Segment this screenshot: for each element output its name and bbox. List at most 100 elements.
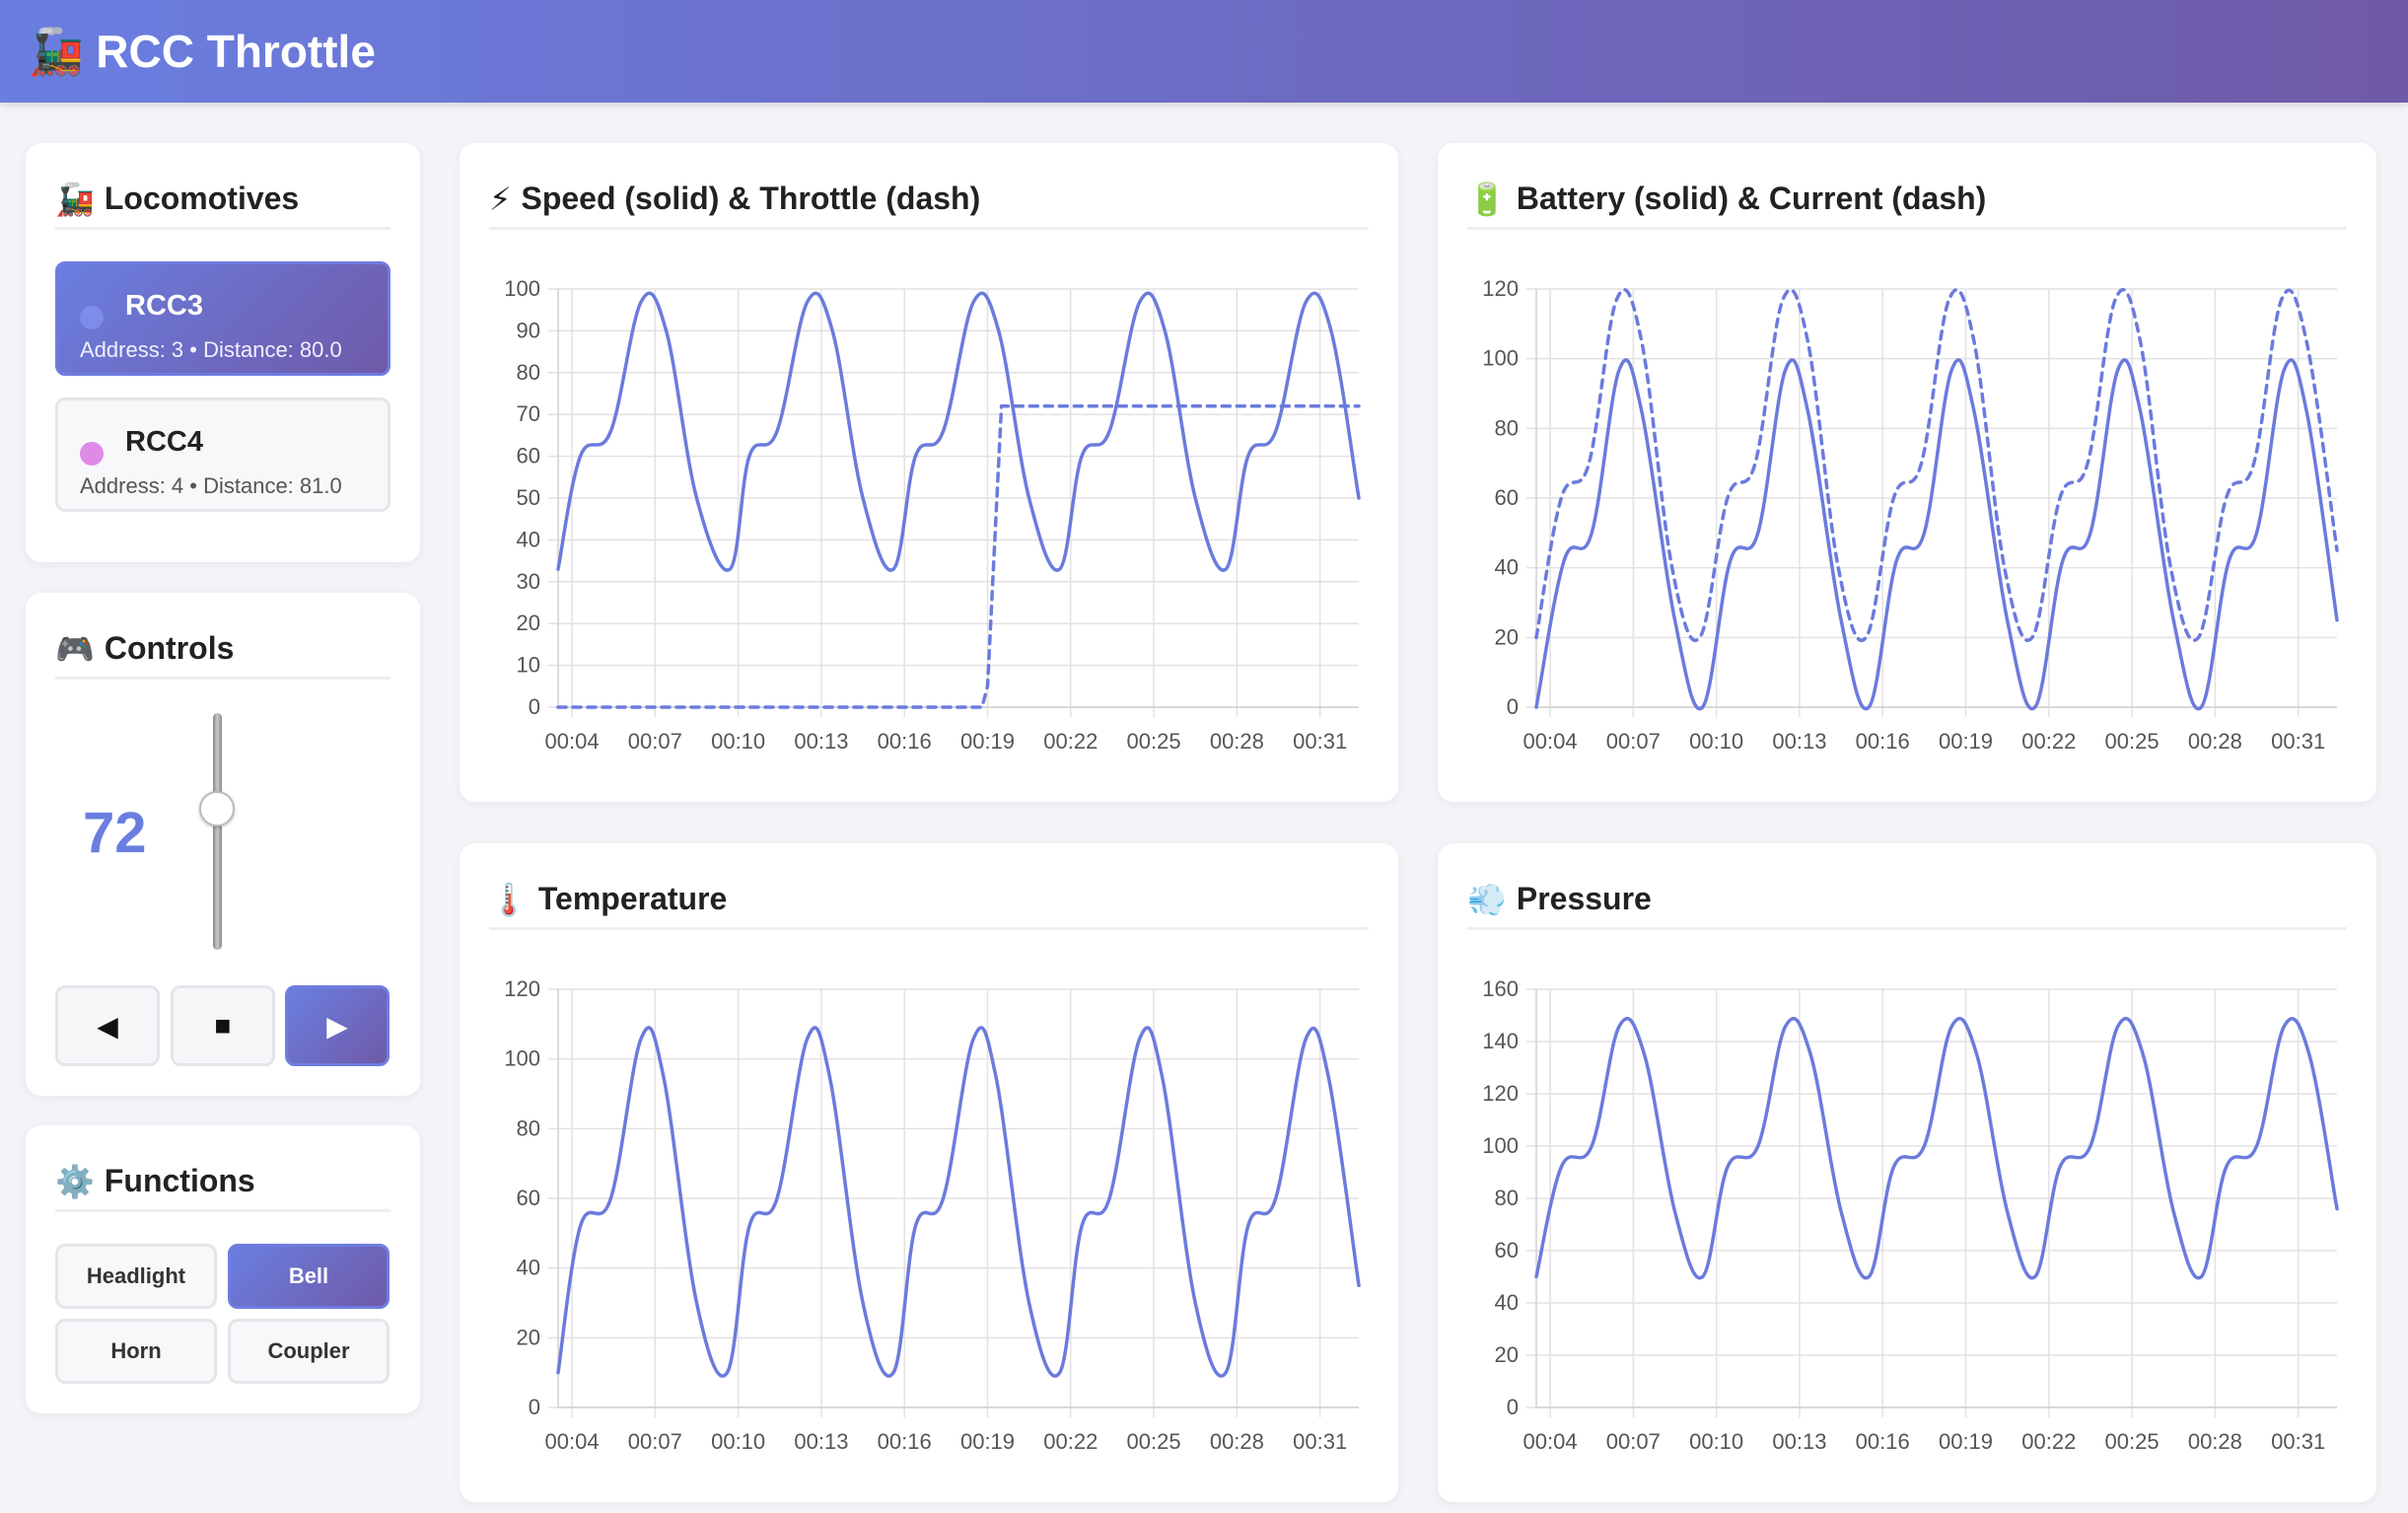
x-tick-label: 00:16: [1856, 1429, 1910, 1454]
y-tick-label: 0: [529, 1395, 540, 1419]
loco-info: Address: 4 • Distance: 81.0: [80, 473, 342, 498]
y-tick-label: 40: [517, 527, 540, 551]
battery-chart-card: 🔋 Battery (solid) & Current (dash) 0 20 40…: [1438, 143, 2376, 802]
x-tick-label: 00:07: [1606, 729, 1661, 754]
series-line-dashed: [556, 403, 1361, 709]
y-tick-label: 60: [1495, 485, 1519, 510]
x-tick-label: 00:07: [628, 729, 682, 754]
forward-button[interactable]: ▶: [285, 985, 390, 1066]
stop-button[interactable]: ■: [171, 985, 275, 1066]
x-tick-label: 00:10: [1689, 1429, 1743, 1454]
x-tick-label: 00:28: [1210, 729, 1264, 754]
y-tick-label: 0: [1507, 1395, 1519, 1419]
y-tick-label: 40: [1495, 1290, 1519, 1315]
loco-name: RCC3: [125, 290, 203, 322]
y-tick-label: 0: [1507, 694, 1519, 719]
x-tick-label: 00:16: [878, 729, 932, 754]
x-tick-label: 00:10: [711, 1429, 765, 1454]
locomotives-heading: 🚂 Locomotives: [55, 171, 390, 230]
controls-heading: 🎮 Controls: [55, 620, 390, 680]
x-tick-label: 00:16: [1856, 729, 1910, 754]
x-tick-label: 00:19: [960, 1429, 1015, 1454]
y-tick-label: 100: [504, 1046, 540, 1071]
headlight-button[interactable]: Headlight: [55, 1244, 217, 1309]
gamepad-icon: 🎮: [55, 630, 95, 667]
y-tick-label: 80: [517, 1116, 540, 1140]
loco-item-rcc4[interactable]: RCC4 Address: 4 • Distance: 81.0: [55, 397, 390, 512]
x-tick-label: 00:28: [2188, 729, 2242, 754]
y-tick-label: 20: [517, 1325, 540, 1349]
y-tick-label: 140: [1482, 1029, 1519, 1053]
gear-icon: ⚙️: [55, 1163, 95, 1199]
loco-name: RCC4: [125, 426, 203, 458]
y-tick-label: 60: [517, 1186, 540, 1210]
x-tick-label: 00:22: [2021, 1429, 2076, 1454]
app-title: RCC Throttle: [96, 26, 376, 77]
locomotives-panel: 🚂 Locomotives RCC3 Address: 3 • Distance…: [26, 143, 420, 562]
x-tick-label: 00:25: [1127, 729, 1181, 754]
x-tick-label: 00:25: [2105, 1429, 2160, 1454]
y-tick-label: 60: [517, 444, 540, 468]
y-tick-label: 60: [1495, 1238, 1519, 1262]
loco-item-rcc3[interactable]: RCC3 Address: 3 • Distance: 80.0: [55, 261, 390, 376]
y-tick-label: 40: [1495, 555, 1519, 580]
reverse-button[interactable]: ◀: [55, 985, 160, 1066]
battery-chart: 0 20 40 60 80 100 120 00:04 00:07 00:10 00:13 00:16…: [1482, 276, 2339, 754]
y-tick-label: 120: [1482, 1081, 1519, 1106]
x-tick-label: 00:16: [878, 1429, 932, 1454]
y-tick-label: 30: [517, 569, 540, 594]
x-tick-label: 00:25: [2105, 729, 2160, 754]
x-tick-label: 00:31: [2271, 729, 2325, 754]
x-tick-label: 00:13: [794, 729, 848, 754]
loco-info: Address: 3 • Distance: 80.0: [80, 337, 342, 362]
bell-button[interactable]: Bell: [228, 1244, 390, 1309]
y-tick-label: 80: [1495, 1186, 1519, 1210]
y-tick-label: 120: [1482, 276, 1519, 301]
x-tick-label: 00:31: [2271, 1429, 2325, 1454]
y-tick-label: 50: [517, 485, 540, 510]
pressure-chart: 0 20 40 60 80 100 120 140 160 00:04 00:07 00:10 00:1…: [1482, 976, 2339, 1454]
x-tick-label: 00:19: [1939, 1429, 1993, 1454]
y-tick-label: 20: [517, 611, 540, 635]
temperature-chart-card: 🌡️ Temperature 0 20 40 60 80 100 120 00:04 00:07…: [460, 843, 1398, 1502]
status-dot-icon: [80, 442, 104, 466]
x-tick-label: 00:04: [1523, 729, 1578, 754]
x-tick-label: 00:22: [1043, 1429, 1098, 1454]
speed-chart-card: ⚡ Speed (solid) & Throttle (dash) 0 10 20 3…: [460, 143, 1398, 802]
coupler-button[interactable]: Coupler: [228, 1319, 390, 1384]
y-tick-label: 90: [517, 318, 540, 342]
series-line-solid: [556, 1026, 1361, 1378]
controls-title: Controls: [104, 630, 235, 666]
x-tick-label: 00:19: [1939, 729, 1993, 754]
functions-panel: ⚙️ Functions Headlight Bell Horn Coupler: [26, 1125, 420, 1413]
x-tick-label: 00:10: [1689, 729, 1743, 754]
x-tick-label: 00:07: [1606, 1429, 1661, 1454]
x-tick-label: 00:13: [794, 1429, 848, 1454]
locomotives-title: Locomotives: [104, 180, 300, 216]
x-tick-label: 00:28: [1210, 1429, 1264, 1454]
y-tick-label: 80: [1495, 415, 1519, 440]
x-tick-label: 00:10: [711, 729, 765, 754]
locomotive-icon: 🚂: [28, 25, 85, 77]
x-tick-label: 00:31: [1293, 1429, 1347, 1454]
throttle-slider[interactable]: [213, 713, 222, 950]
horn-button[interactable]: Horn: [55, 1319, 217, 1384]
temperature-chart: 0 20 40 60 80 100 120 00:04 00:07 00:10 00:13 00:16…: [504, 976, 1361, 1454]
x-tick-label: 00:04: [1523, 1429, 1578, 1454]
series-line-solid: [556, 291, 1361, 572]
throttle-slider-handle[interactable]: [199, 791, 235, 828]
y-tick-label: 20: [1495, 1342, 1519, 1367]
speed-readout: 72: [83, 801, 147, 865]
x-tick-label: 00:22: [2021, 729, 2076, 754]
x-tick-label: 00:19: [960, 729, 1015, 754]
y-tick-label: 120: [504, 976, 540, 1001]
y-tick-label: 100: [1482, 1133, 1519, 1158]
x-tick-label: 00:07: [628, 1429, 682, 1454]
status-dot-icon: [80, 306, 104, 329]
x-tick-label: 00:31: [1293, 729, 1347, 754]
y-tick-label: 40: [517, 1256, 540, 1280]
y-tick-label: 160: [1482, 976, 1519, 1001]
x-tick-label: 00:25: [1127, 1429, 1181, 1454]
y-tick-label: 0: [529, 694, 540, 719]
x-tick-label: 00:04: [545, 729, 600, 754]
